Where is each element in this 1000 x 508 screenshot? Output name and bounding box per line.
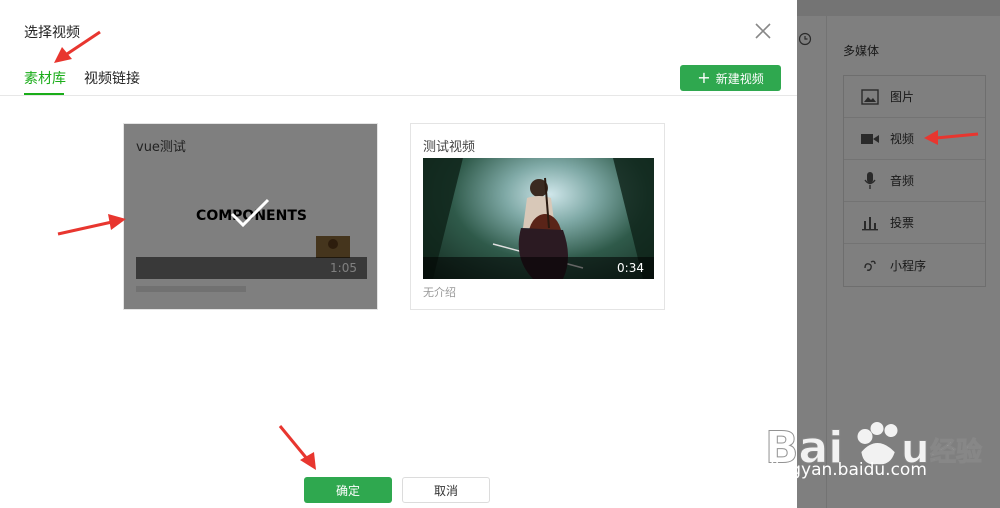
tab-library[interactable]: 素材库 (24, 68, 66, 88)
new-video-label: 新建视频 (715, 71, 764, 86)
duration-bar: 0:34 (423, 257, 654, 279)
video-duration: 0:34 (617, 261, 644, 275)
video-card[interactable]: vue测试 COMPONENTS 1:05 (123, 123, 378, 310)
svg-text:经验: 经验 (930, 437, 982, 468)
select-video-dialog: 选择视频 素材库 视频链接 + 新建视频 vue测试 COMPONENTS 1:… (0, 0, 797, 508)
selected-overlay (124, 124, 377, 309)
active-tab-indicator (24, 93, 64, 95)
close-icon[interactable] (753, 21, 773, 41)
plus-icon: + (697, 68, 711, 87)
confirm-button[interactable]: 确定 (304, 477, 392, 503)
dialog-title: 选择视频 (24, 25, 80, 41)
checkmark-icon (230, 198, 270, 228)
video-card[interactable]: 测试视频 0:34 无介绍 (410, 123, 665, 310)
video-description: 无介绍 (423, 286, 456, 299)
watermark-url: jingyan.baidu.com (770, 460, 927, 480)
video-title: 测试视频 (423, 140, 476, 155)
video-thumbnail: 0:34 (423, 158, 654, 279)
cancel-button[interactable]: 取消 (402, 477, 490, 503)
new-video-button[interactable]: + 新建视频 (680, 65, 781, 91)
tab-bar: 素材库 视频链接 (0, 60, 797, 96)
tab-video-link[interactable]: 视频链接 (84, 68, 140, 88)
